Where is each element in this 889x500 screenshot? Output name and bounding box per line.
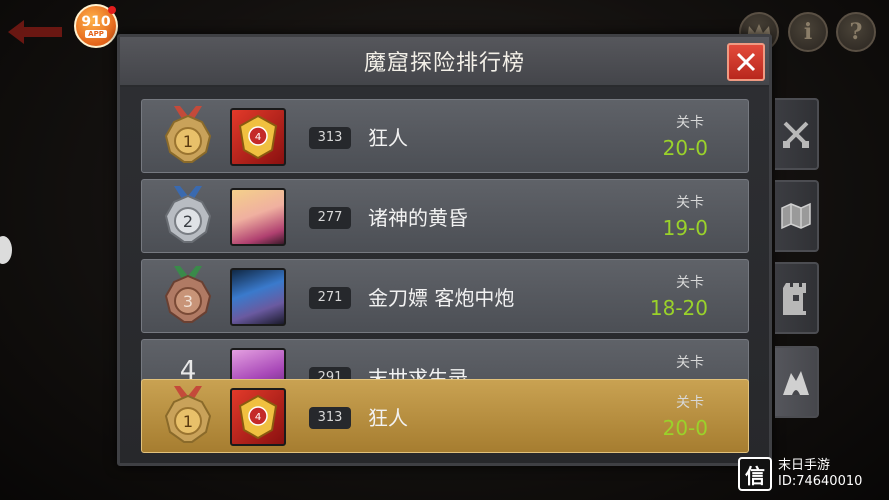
watermark-icon: 信: [738, 457, 772, 491]
silver-medal-icon: 2: [164, 186, 212, 243]
panel-header: 魔窟探险排行榜: [120, 37, 769, 87]
tab-tower[interactable]: [775, 262, 819, 334]
tab-map[interactable]: [775, 180, 819, 252]
player-name: 狂人: [368, 406, 408, 430]
gold-medal-icon: 1: [164, 386, 212, 443]
watermark: 信 末日手游 ID:74640010: [738, 452, 888, 496]
close-button[interactable]: [727, 43, 765, 81]
stage-label: 关卡: [676, 115, 704, 131]
notification-dot: [108, 6, 116, 14]
stage-label: 关卡: [676, 355, 704, 371]
stage-label: 关卡: [676, 275, 704, 291]
tower-icon: [783, 283, 806, 315]
ranking-row[interactable]: 1 4 313 狂人 关卡 20-0: [141, 99, 749, 173]
help-icon[interactable]: ?: [836, 12, 876, 52]
my-rank-row[interactable]: 1 4 313 狂人 关卡 20-0: [141, 379, 749, 453]
cave-icon: [783, 371, 809, 395]
stage-value: 18-20: [649, 296, 708, 320]
watermark-line2: ID:74640010: [778, 474, 863, 489]
close-icon: [736, 52, 756, 72]
stage-value: 20-0: [662, 416, 708, 440]
bronze-medal-icon: 3: [164, 266, 212, 323]
player-name: 诸神的黄昏: [368, 206, 468, 230]
stage-label: 关卡: [676, 195, 704, 211]
player-level: 277: [309, 207, 351, 229]
info-icon[interactable]: i: [788, 12, 828, 52]
player-avatar[interactable]: 4: [230, 108, 286, 166]
player-level: 271: [309, 287, 351, 309]
map-icon: [781, 202, 811, 230]
app-logo-sub: APP: [85, 29, 107, 38]
medal-rank-text: 2: [183, 212, 193, 231]
player-avatar[interactable]: [230, 268, 286, 326]
medal-rank-text: 3: [183, 292, 193, 311]
ranking-list[interactable]: 1 4 313 狂人 关卡 20-0 2 277 诸神的黄昏 关卡 19-0 3…: [141, 99, 751, 459]
leaderboard-panel: 魔窟探险排行榜 1 4 313 狂人 关卡 20-0 2 277 诸神的黄昏 关…: [117, 34, 772, 466]
player-avatar[interactable]: [230, 188, 286, 246]
panel-title: 魔窟探险排行榜: [363, 51, 525, 76]
ranking-row[interactable]: 2 277 诸神的黄昏 关卡 19-0: [141, 179, 749, 253]
crossed-swords-icon: [783, 121, 809, 148]
player-level: 313: [309, 407, 351, 429]
ranking-row[interactable]: 3 271 金刀嫖 客炮中炮 关卡 18-20: [141, 259, 749, 333]
medal-rank-text: 1: [183, 132, 193, 151]
svg-text:4: 4: [255, 132, 261, 143]
app-logo: 910 APP: [74, 4, 118, 48]
stage-label: 关卡: [676, 395, 704, 411]
player-avatar[interactable]: 4: [230, 388, 286, 446]
tab-battle[interactable]: [775, 98, 819, 170]
player-level: 313: [309, 127, 351, 149]
back-arrow-icon[interactable]: [8, 18, 64, 46]
player-name: 狂人: [368, 126, 408, 150]
watermark-line1: 末日手游: [778, 458, 831, 473]
watermark-text: 末日手游 ID:74640010: [778, 458, 862, 490]
stage-value: 20-0: [662, 136, 708, 160]
gold-medal-icon: 1: [164, 106, 212, 163]
player-name: 金刀嫖 客炮中炮: [368, 286, 515, 310]
svg-text:4: 4: [255, 412, 261, 423]
tab-cave[interactable]: [775, 346, 819, 418]
stage-value: 19-0: [662, 216, 708, 240]
app-logo-number: 910: [81, 13, 111, 30]
medal-rank-text: 1: [183, 412, 193, 431]
